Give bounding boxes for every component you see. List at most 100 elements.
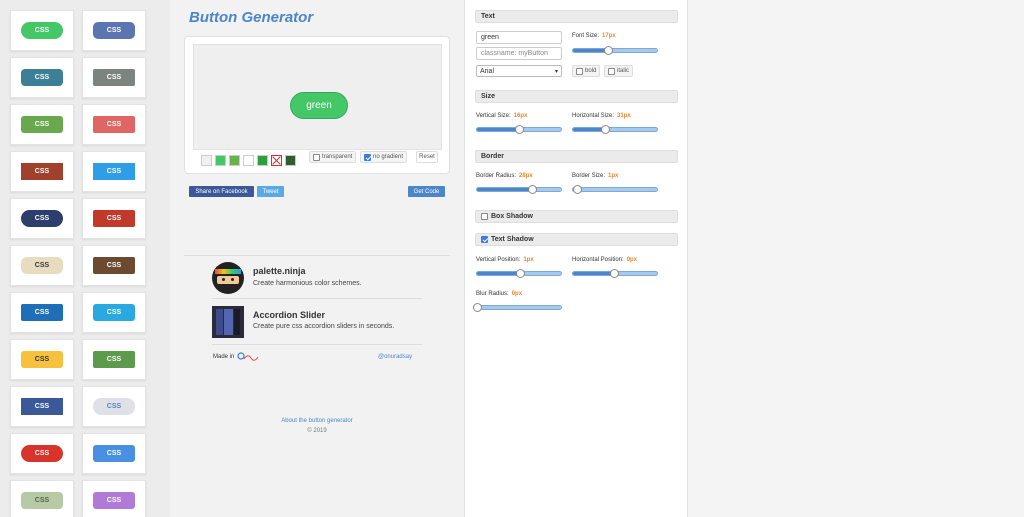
classname-input[interactable]: classname: myButton	[476, 47, 562, 60]
italic-checkbox[interactable]	[608, 67, 615, 75]
horizontal-size-caption: Horizontal Size:	[572, 113, 615, 119]
promo-description: Create harmonious color schemes.	[253, 280, 362, 287]
preset-tile[interactable]: CSS	[10, 198, 74, 239]
background-swatches	[193, 150, 296, 170]
accordion-slider-logo[interactable]	[212, 306, 244, 338]
shadow-vertical-value: 1px	[523, 257, 534, 263]
preset-button: CSS	[21, 492, 63, 509]
preset-tile[interactable]: CSS	[82, 386, 146, 427]
preset-tile[interactable]: CSS	[10, 480, 74, 517]
no-gradient-checkbox[interactable]	[364, 153, 371, 161]
made-in: Made in	[213, 352, 259, 362]
preset-tile[interactable]: CSS	[10, 57, 74, 98]
preset-tile[interactable]: CSS	[82, 480, 146, 517]
transparent-label: transparent	[322, 154, 353, 160]
preset-tile[interactable]: CSS	[10, 386, 74, 427]
color-swatch[interactable]	[215, 154, 226, 166]
tweet-button[interactable]: Tweet	[257, 186, 284, 197]
slider-thumb[interactable]	[600, 125, 610, 134]
preset-tile[interactable]: CSS	[10, 292, 74, 333]
preset-tile[interactable]: CSS	[82, 433, 146, 474]
color-swatch[interactable]	[285, 154, 296, 166]
promo-description: Create pure css accordion sliders in sec…	[253, 323, 395, 330]
preset-tile[interactable]: CSS	[82, 292, 146, 333]
shadow-horizontal-caption: Horizontal Position:	[572, 257, 624, 263]
reset-button[interactable]: Reset	[416, 151, 438, 163]
copyright: © 2019	[307, 428, 327, 434]
palette-ninja-logo[interactable]	[212, 262, 244, 294]
promo-title[interactable]: palette.ninja	[253, 266, 306, 276]
preset-tile[interactable]: CSS	[10, 433, 74, 474]
preset-tile[interactable]: CSS	[10, 151, 74, 192]
preset-button: CSS	[21, 304, 63, 321]
preset-button: CSS	[93, 445, 135, 462]
slider-thumb[interactable]	[515, 125, 524, 134]
vertical-size-label: Vertical Size: 16px	[476, 113, 527, 119]
color-swatch[interactable]	[201, 154, 212, 166]
text-shadow-section-header[interactable]: Text Shadow	[475, 233, 678, 246]
twitter-link[interactable]: @onuradsay	[378, 354, 412, 360]
font-size-caption: Font Size:	[572, 33, 600, 39]
color-swatch[interactable]	[229, 154, 240, 166]
preset-button: CSS	[21, 163, 63, 180]
preset-tile[interactable]: CSS	[82, 57, 146, 98]
preset-tile[interactable]: CSS	[82, 198, 146, 239]
box-shadow-checkbox[interactable]	[481, 213, 488, 220]
slider-thumb[interactable]	[604, 46, 614, 55]
border-size-label: Border Size: 1px	[572, 173, 618, 179]
preset-tile[interactable]: CSS	[10, 10, 74, 51]
button-text-input[interactable]: green	[476, 31, 562, 44]
vertical-size-slider[interactable]	[476, 125, 562, 134]
color-swatch[interactable]	[243, 154, 254, 166]
divider	[212, 344, 422, 345]
preset-tile[interactable]: CSS	[82, 151, 146, 192]
preview-button[interactable]: green	[290, 92, 348, 119]
preset-tile[interactable]: CSS	[82, 10, 146, 51]
shadow-vertical-slider[interactable]	[476, 269, 562, 278]
no-gradient-toggle[interactable]: no gradient	[360, 151, 408, 163]
text-shadow-checkbox[interactable]	[481, 236, 488, 243]
settings-panel: Text green classname: myButton Arial ▾ F…	[464, 0, 688, 517]
border-radius-caption: Border Radius:	[476, 173, 517, 179]
promo-title[interactable]: Accordion Slider	[253, 310, 325, 320]
transparent-checkbox[interactable]	[313, 153, 320, 161]
slider-thumb[interactable]	[528, 185, 538, 194]
preset-tile[interactable]: CSS	[82, 339, 146, 380]
preset-button: CSS	[21, 445, 63, 462]
preset-tile[interactable]: CSS	[10, 104, 74, 145]
horizontal-size-slider[interactable]	[572, 125, 658, 134]
transparent-toggle[interactable]: transparent	[309, 151, 357, 163]
share-facebook-button[interactable]: Share on Facebook	[189, 186, 254, 197]
divider	[212, 298, 422, 299]
slider-thumb[interactable]	[473, 303, 482, 312]
border-section-header: Border	[475, 150, 678, 163]
blur-radius-slider[interactable]	[473, 303, 562, 312]
color-swatch[interactable]	[257, 154, 268, 166]
border-radius-slider[interactable]	[476, 185, 562, 194]
box-shadow-label: Box Shadow	[491, 213, 534, 220]
slider-thumb[interactable]	[610, 269, 620, 278]
about-link[interactable]: About the button generator	[170, 418, 464, 424]
preset-tile[interactable]: CSS	[82, 104, 146, 145]
border-size-slider[interactable]	[572, 185, 658, 194]
border-header-label: Border	[481, 153, 504, 160]
preset-tile[interactable]: CSS	[10, 339, 74, 380]
slider-thumb[interactable]	[515, 269, 525, 278]
box-shadow-section-header[interactable]: Box Shadow	[475, 210, 678, 223]
bold-checkbox[interactable]	[576, 67, 583, 75]
font-size-slider[interactable]	[572, 46, 658, 55]
get-code-button[interactable]: Get Code	[408, 186, 445, 197]
slider-thumb[interactable]	[573, 185, 583, 194]
shadow-horizontal-slider[interactable]	[572, 269, 658, 278]
bold-toggle[interactable]: bold	[572, 65, 601, 77]
preset-button: CSS	[21, 116, 63, 133]
font-family-select[interactable]: Arial ▾	[476, 65, 562, 77]
no-background-swatch[interactable]	[271, 154, 282, 166]
border-radius-value: 28px	[519, 173, 533, 179]
italic-toggle[interactable]: italic	[604, 65, 634, 77]
preset-button: CSS	[93, 210, 135, 227]
preset-tile[interactable]: CSS	[82, 245, 146, 286]
preset-button: CSS	[93, 22, 135, 39]
border-size-value: 1px	[608, 173, 619, 179]
preset-tile[interactable]: CSS	[10, 245, 74, 286]
